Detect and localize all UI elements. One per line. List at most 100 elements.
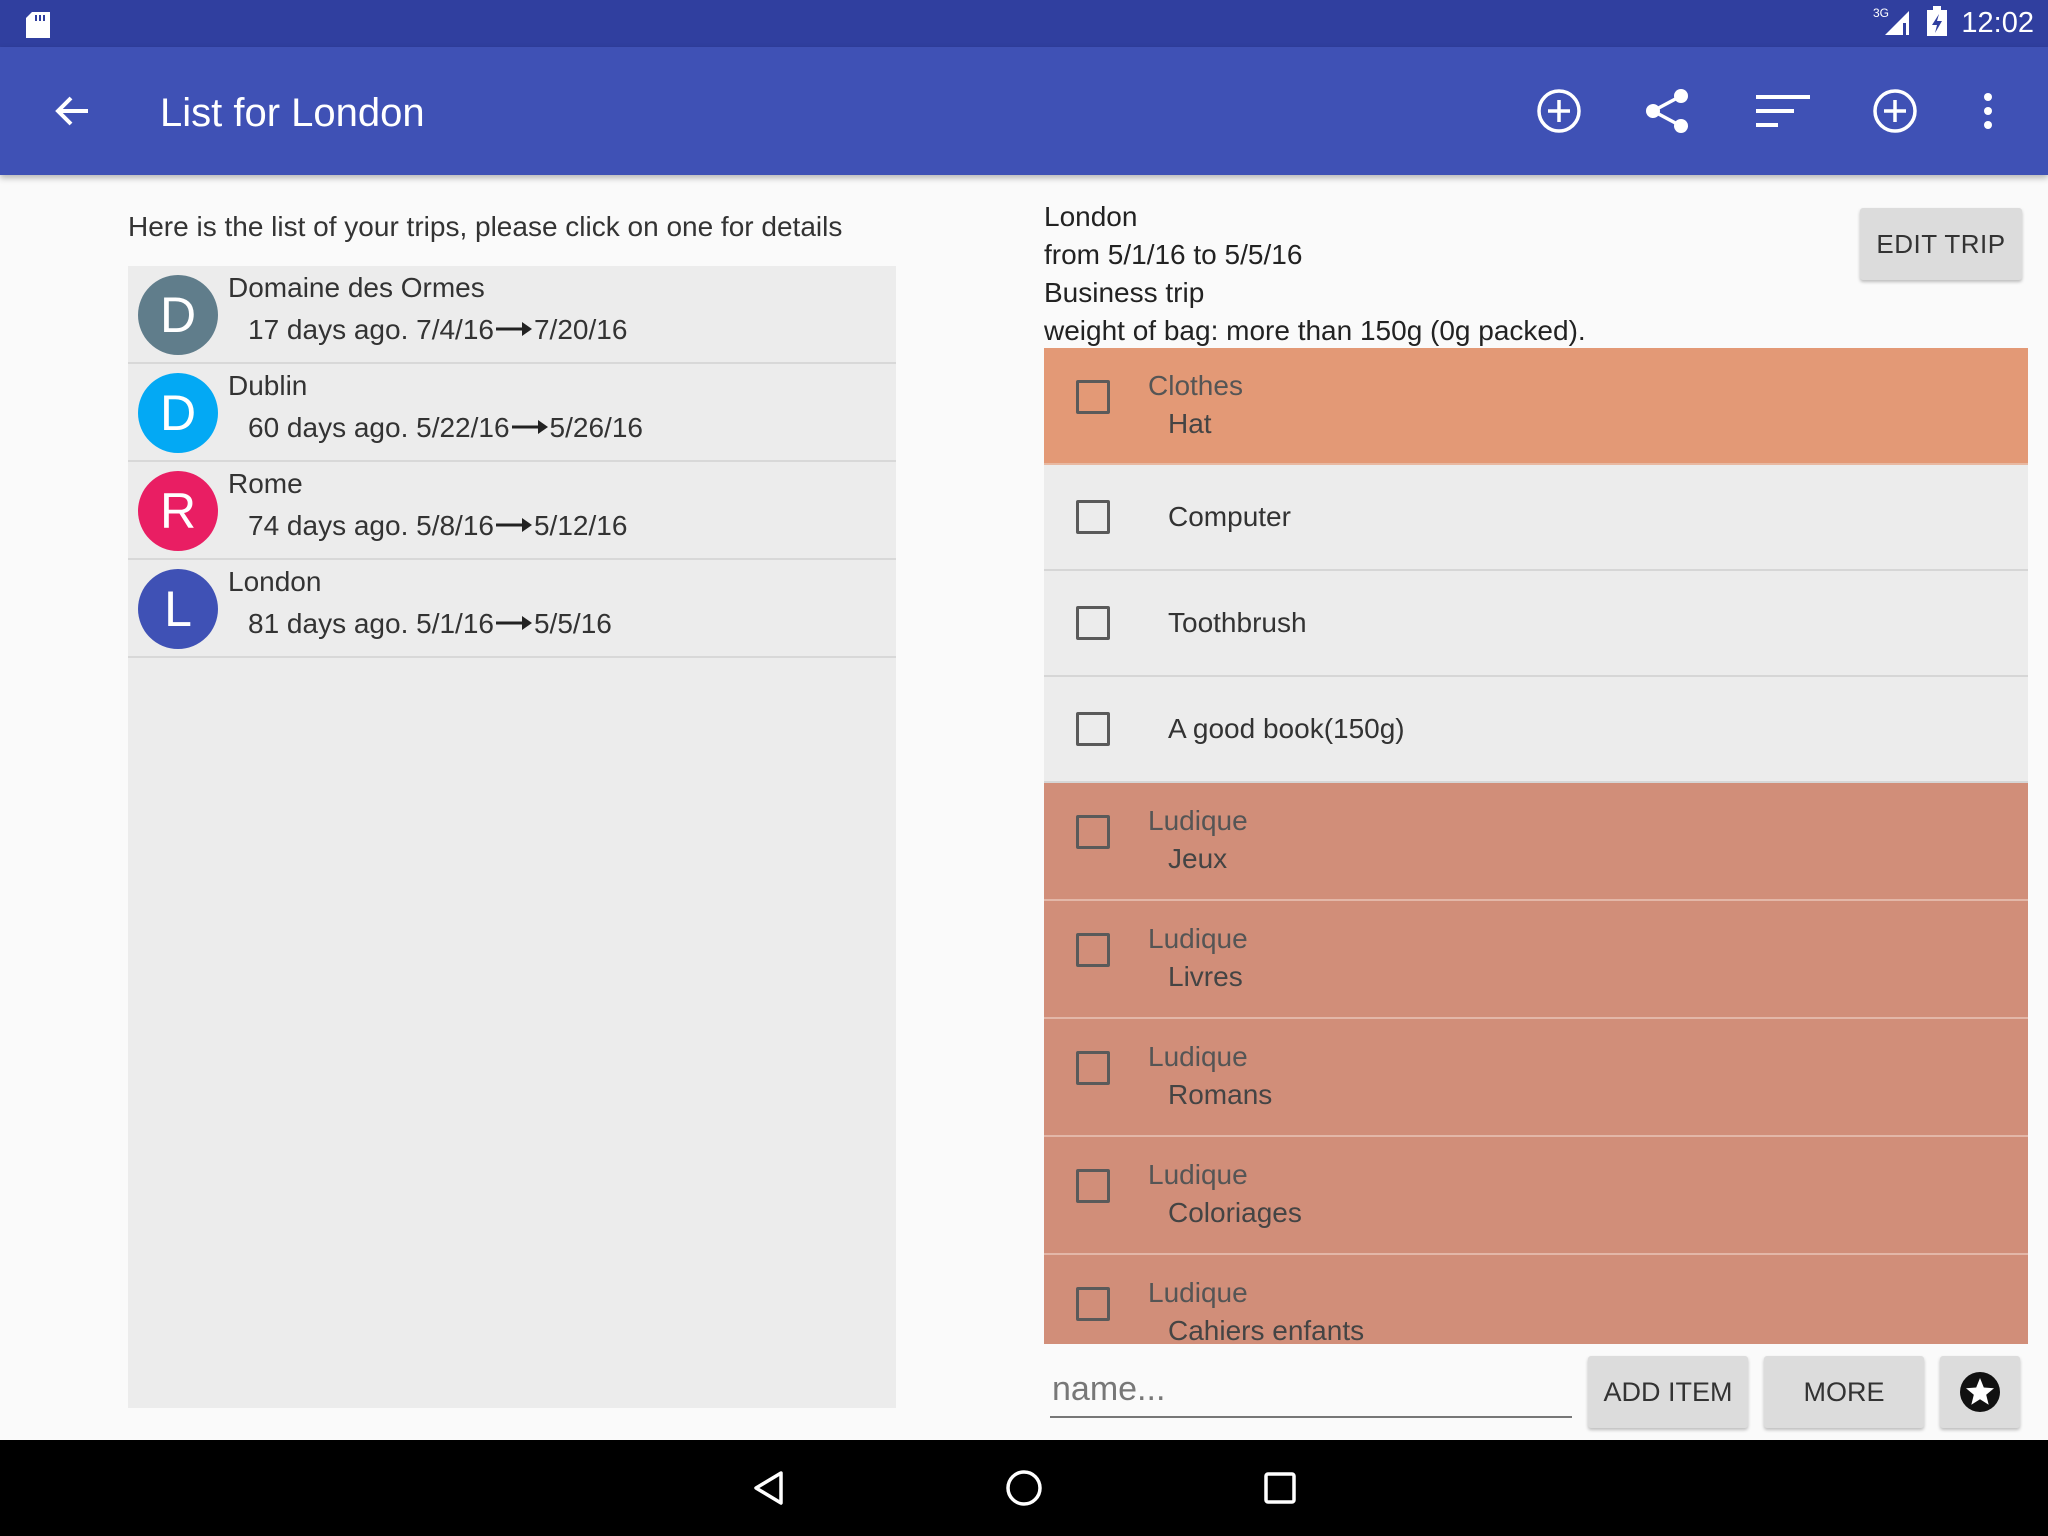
trip-dates: 74 days ago. 5/8/16 5/12/16 bbox=[248, 510, 627, 542]
trip-dates: 17 days ago. 7/4/16 7/20/16 bbox=[248, 314, 627, 346]
arrow-right-icon bbox=[494, 314, 534, 346]
trip-ago: 74 days ago. bbox=[248, 510, 409, 541]
item-category: Ludique bbox=[1148, 923, 1248, 954]
page-title: List for London bbox=[160, 91, 425, 135]
arrow-right-icon bbox=[510, 412, 550, 444]
list-item[interactable]: Ludique Cahiers enfants bbox=[1044, 1255, 2028, 1344]
arrow-back-icon bbox=[55, 96, 88, 126]
app-bar: List for London bbox=[0, 47, 2048, 175]
item-category: Ludique bbox=[1148, 1041, 1248, 1072]
signal-icon: 3G bbox=[1873, 5, 1913, 42]
clock: 12:02 bbox=[1961, 7, 2034, 39]
recents-square-icon bbox=[1264, 1472, 1296, 1504]
packing-list: Clothes Hat Computer Toothbrush A good b… bbox=[1044, 348, 2028, 1344]
list-item[interactable]: Ludique Coloriages bbox=[1044, 1137, 2028, 1255]
overflow-menu-button[interactable] bbox=[1958, 81, 2018, 141]
trip-city: London bbox=[1044, 201, 1138, 232]
trip-detail: London from 5/1/16 to 5/5/16 Business tr… bbox=[1044, 198, 1586, 350]
avatar: D bbox=[138, 373, 218, 453]
trip-row-london[interactable]: L London 81 days ago. 5/1/16 5/5/16 bbox=[128, 560, 896, 658]
arrow-right-icon bbox=[494, 608, 534, 640]
sort-button[interactable] bbox=[1753, 81, 1813, 141]
more-vert-icon bbox=[1984, 93, 1992, 129]
trip-dates: 60 days ago. 5/22/16 5/26/16 bbox=[248, 412, 643, 444]
status-bar: 3G 12:02 bbox=[0, 0, 2048, 47]
more-button[interactable]: MORE bbox=[1764, 1356, 1924, 1428]
item-checkbox[interactable] bbox=[1076, 1051, 1110, 1085]
back-button[interactable] bbox=[40, 87, 104, 135]
add-trip-button[interactable] bbox=[1529, 81, 1589, 141]
trip-from: 5/1/16 bbox=[416, 608, 494, 639]
item-checkbox[interactable] bbox=[1076, 712, 1110, 746]
item-name: Computer bbox=[1168, 501, 1291, 532]
trip-date-range: from 5/1/16 to 5/5/16 bbox=[1044, 239, 1303, 270]
trip-name: London bbox=[228, 566, 322, 597]
trip-row-rome[interactable]: R Rome 74 days ago. 5/8/16 5/12/16 bbox=[128, 462, 896, 560]
avatar: R bbox=[138, 471, 218, 551]
star-circle-icon bbox=[1960, 1372, 2000, 1412]
list-item[interactable]: Ludique Livres bbox=[1044, 901, 2028, 1019]
share-button[interactable] bbox=[1638, 81, 1698, 141]
list-item[interactable]: Toothbrush bbox=[1044, 571, 2028, 677]
avatar: L bbox=[138, 569, 218, 649]
trip-from: 5/8/16 bbox=[416, 510, 494, 541]
add-item-button[interactable]: ADD ITEM bbox=[1588, 1356, 1748, 1428]
trip-type: Business trip bbox=[1044, 277, 1205, 308]
item-name: A good book(150g) bbox=[1168, 713, 1405, 744]
item-category: Clothes bbox=[1148, 370, 1243, 401]
item-category: Ludique bbox=[1148, 1159, 1248, 1190]
item-name: Jeux bbox=[1168, 843, 1228, 874]
item-checkbox[interactable] bbox=[1076, 380, 1110, 414]
item-checkbox[interactable] bbox=[1076, 815, 1110, 849]
list-item[interactable]: Clothes Hat bbox=[1044, 348, 2028, 465]
trip-row-domaine-des-ormes[interactable]: D Domaine des Ormes 17 days ago. 7/4/16 7… bbox=[128, 266, 896, 364]
trip-to: 5/5/16 bbox=[533, 608, 612, 639]
item-name-input[interactable] bbox=[1050, 1362, 1572, 1418]
item-name: Toothbrush bbox=[1168, 607, 1307, 638]
add-item-toolbar-button[interactable] bbox=[1865, 81, 1925, 141]
trip-from: 7/4/16 bbox=[416, 314, 494, 345]
back-triangle-icon bbox=[754, 1471, 783, 1505]
share-icon bbox=[1646, 89, 1688, 133]
list-item[interactable]: Ludique Romans bbox=[1044, 1019, 2028, 1137]
item-name: Romans bbox=[1168, 1079, 1273, 1110]
item-checkbox[interactable] bbox=[1076, 500, 1110, 534]
item-name: Coloriages bbox=[1168, 1197, 1302, 1228]
nav-recents-button[interactable] bbox=[1252, 1460, 1308, 1516]
avatar: D bbox=[138, 275, 218, 355]
item-checkbox[interactable] bbox=[1076, 1287, 1110, 1321]
add-circle-icon bbox=[1873, 89, 1917, 133]
trip-ago: 17 days ago. bbox=[248, 314, 409, 345]
nav-home-button[interactable] bbox=[996, 1460, 1052, 1516]
item-category: Ludique bbox=[1148, 805, 1248, 836]
list-item[interactable]: A good book(150g) bbox=[1044, 677, 2028, 783]
battery-icon bbox=[1927, 6, 1948, 41]
list-item[interactable]: Ludique Jeux bbox=[1044, 783, 2028, 901]
trip-to: 5/26/16 bbox=[549, 412, 643, 443]
edit-trip-button[interactable]: EDIT TRIP bbox=[1860, 208, 2022, 280]
home-circle-icon bbox=[1006, 1470, 1042, 1506]
item-checkbox[interactable] bbox=[1076, 1169, 1110, 1203]
trip-to: 5/12/16 bbox=[533, 510, 628, 541]
navigation-bar bbox=[0, 1440, 2048, 1536]
network-type: 3G bbox=[1873, 6, 1889, 20]
item-checkbox[interactable] bbox=[1076, 933, 1110, 967]
list-item[interactable]: Computer bbox=[1044, 465, 2028, 571]
trip-from: 5/22/16 bbox=[416, 412, 510, 443]
bag-weight: weight of bag: more than 150g (0g packed… bbox=[1044, 315, 1586, 346]
trip-dates: 81 days ago. 5/1/16 5/5/16 bbox=[248, 608, 612, 640]
sort-icon bbox=[1756, 95, 1810, 127]
nav-back-button[interactable] bbox=[740, 1460, 796, 1516]
trips-intro-text: Here is the list of your trips, please c… bbox=[128, 211, 843, 242]
item-name: Livres bbox=[1168, 961, 1243, 992]
trip-to: 7/20/16 bbox=[533, 314, 628, 345]
item-name: Cahiers enfants bbox=[1168, 1315, 1365, 1344]
trip-row-dublin[interactable]: D Dublin 60 days ago. 5/22/16 5/26/16 bbox=[128, 364, 896, 462]
item-category: Ludique bbox=[1148, 1277, 1248, 1308]
item-checkbox[interactable] bbox=[1076, 606, 1110, 640]
favorite-button[interactable] bbox=[1940, 1356, 2020, 1428]
trip-name: Dublin bbox=[228, 370, 308, 401]
arrow-right-icon bbox=[494, 510, 534, 542]
trip-name: Rome bbox=[228, 468, 303, 499]
add-circle-icon bbox=[1537, 89, 1581, 133]
